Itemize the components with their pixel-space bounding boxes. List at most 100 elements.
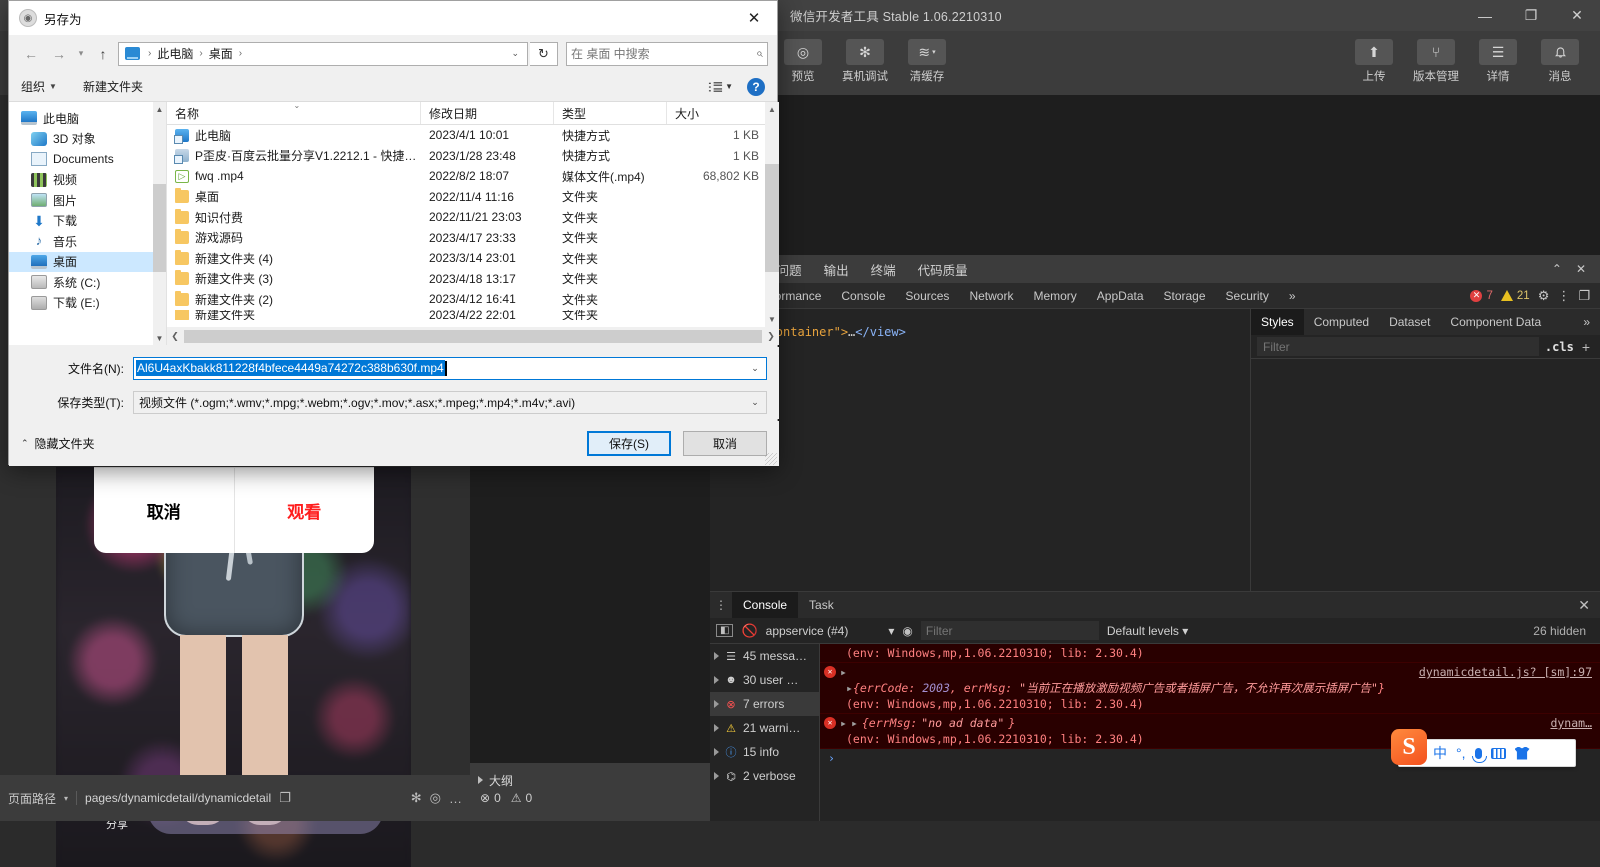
breadcrumb-item-0[interactable]: 此电脑 [155, 45, 195, 62]
view-list-icon[interactable]: ▼ [708, 81, 733, 93]
tab-console[interactable]: Console [732, 592, 798, 618]
tab-security[interactable]: Security [1216, 283, 1279, 309]
console-sidebar-item-messages[interactable]: ☰ 45 messa… [710, 644, 819, 668]
tree-item-thispc[interactable]: 此电脑 [9, 108, 166, 129]
chevrons-right-icon[interactable]: » [1573, 309, 1600, 335]
table-row[interactable]: 知识付费 2022/11/21 23:03 文件夹 [167, 207, 779, 228]
outline-header[interactable]: 大纲 [474, 769, 710, 791]
clear-icon[interactable]: 🚫 [741, 623, 757, 639]
breadcrumb[interactable]: › 此电脑 › 桌面 › ⌄ [118, 42, 528, 66]
tab-appdata[interactable]: AppData [1087, 283, 1154, 309]
arrow-up-icon[interactable]: ↑ [90, 42, 116, 66]
scrollbar-thumb[interactable] [153, 184, 166, 272]
toolbar-clearcache-button[interactable]: ≋▾ 清缓存 [901, 39, 953, 84]
breadcrumb-item-1[interactable]: 桌面 [207, 45, 235, 62]
scrollbar-thumb[interactable] [765, 164, 779, 272]
close-icon[interactable]: ✕ [731, 1, 777, 35]
styles-filter-input[interactable] [1257, 337, 1539, 356]
help-icon[interactable]: ? [747, 78, 765, 96]
tab-terminal[interactable]: 终端 [860, 260, 907, 279]
tree-item-videos[interactable]: 视频 [9, 170, 166, 191]
console-filter-input[interactable] [921, 621, 1099, 640]
more-vertical-icon[interactable]: ⋮ [1557, 288, 1570, 304]
organize-button[interactable]: 组织 ▼ [21, 78, 57, 95]
console-log-entry[interactable]: ✕ ▸ dynamicdetail.js? [sm]:97 ▸{errCode:… [820, 663, 1600, 714]
tab-dataset[interactable]: Dataset [1379, 309, 1440, 335]
skin-icon[interactable] [1515, 747, 1530, 760]
chevron-down-icon[interactable]: ⌄ [746, 397, 764, 408]
microphone-icon[interactable] [1475, 748, 1482, 759]
console-source-link[interactable]: dynam… [1550, 715, 1600, 731]
toolbar-realdevice-button[interactable]: ✻ 真机调试 [839, 39, 891, 84]
refresh-icon[interactable]: ↻ [530, 42, 558, 66]
tab-task[interactable]: Task [798, 592, 845, 618]
chevrons-right-icon[interactable]: » [1279, 283, 1306, 309]
tree-item-music[interactable]: ♪ 音乐 [9, 231, 166, 252]
cls-button[interactable]: .cls [1545, 340, 1582, 354]
chevron-up-icon[interactable]: ▲ [765, 102, 779, 117]
ime-mode-button[interactable]: 中 [1433, 743, 1447, 763]
sidebar-icon[interactable]: ◧ [716, 624, 733, 637]
console-levels-selector[interactable]: Default levels ▾ [1107, 624, 1188, 638]
sogou-logo-icon[interactable]: S [1391, 729, 1427, 765]
devtools-warning-pill[interactable]: 21 [1501, 290, 1530, 302]
tab-memory[interactable]: Memory [1023, 283, 1086, 309]
eye-icon[interactable]: ◉ [902, 624, 912, 638]
more-icon[interactable]: … [449, 791, 462, 806]
tree-item-pictures[interactable]: 图片 [9, 190, 166, 211]
chevron-up-icon[interactable]: ▲ [153, 102, 166, 116]
close-icon[interactable]: ✕ [1554, 0, 1600, 31]
chevron-right-icon[interactable]: ▸ [846, 681, 853, 695]
tab-component-data[interactable]: Component Data [1440, 309, 1551, 335]
eye-icon[interactable]: ◎ [430, 790, 441, 806]
bug-icon[interactable]: ✻ [411, 790, 422, 806]
column-header-date[interactable]: 修改日期 [421, 102, 554, 124]
table-row[interactable]: 新建文件夹 2023/4/22 22:01 文件夹 [167, 310, 779, 320]
file-list-horizontal-scrollbar[interactable]: ❮ ❯ [167, 327, 779, 345]
close-icon[interactable]: ✕ [1568, 592, 1600, 618]
toolbar-details-button[interactable]: ☰ 详情 [1472, 39, 1524, 84]
tree-item-downloads[interactable]: ⬇ 下载 [9, 211, 166, 232]
tree-item-documents[interactable]: Documents [9, 149, 166, 170]
chevron-right-icon[interactable]: ❯ [763, 331, 779, 342]
console-sidebar-item-info[interactable]: ⓘ 15 info [710, 740, 819, 764]
tree-scrollbar[interactable]: ▲ ▼ [153, 102, 166, 345]
table-row[interactable]: 新建文件夹 (4) 2023/3/14 23:01 文件夹 [167, 248, 779, 269]
add-style-rule-button[interactable]: + [1582, 339, 1600, 355]
console-sidebar-item-warnings[interactable]: ⚠ 21 warni… [710, 716, 819, 740]
chevron-down-icon[interactable]: ⌄ [511, 48, 523, 59]
chevron-right-icon[interactable]: ▸ [840, 715, 847, 731]
table-row[interactable]: 游戏源码 2023/4/17 23:33 文件夹 [167, 228, 779, 249]
arrow-right-icon[interactable]: → [46, 42, 72, 66]
tree-item-desktop[interactable]: 桌面 [9, 252, 166, 273]
close-icon[interactable]: ✕ [1576, 262, 1586, 276]
console-error-object[interactable]: ▸{errCode: 2003, errMsg: "当前正在播放激励视频广告或者… [824, 680, 1600, 696]
chevron-down-icon[interactable]: ▾ [74, 42, 88, 66]
new-folder-button[interactable]: 新建文件夹 [83, 78, 143, 95]
chevron-down-icon[interactable]: ⌄ [746, 363, 764, 374]
chevron-up-icon[interactable]: ⌃ [1552, 262, 1562, 276]
column-header-type[interactable]: 类型 [554, 102, 667, 124]
keyboard-icon[interactable] [1491, 748, 1506, 759]
cancel-button[interactable]: 取消 [683, 431, 767, 456]
column-header-name[interactable]: ⌄ 名称 [167, 102, 421, 124]
table-row[interactable]: ▷fwq .mp4 2022/8/2 18:07 媒体文件(.mp4) 68,8… [167, 166, 779, 187]
table-row[interactable]: 桌面 2022/11/4 11:16 文件夹 [167, 187, 779, 208]
chevron-down-icon[interactable]: ▾ [64, 794, 68, 803]
chevron-down-icon[interactable]: ▼ [153, 331, 166, 345]
table-row[interactable]: 新建文件夹 (3) 2023/4/18 13:17 文件夹 [167, 269, 779, 290]
search-input[interactable]: 在 桌面 中搜索 ⌕ [566, 42, 768, 66]
tab-styles[interactable]: Styles [1251, 309, 1304, 335]
modal-watch-button[interactable]: 观看 [235, 467, 375, 553]
toolbar-message-button[interactable]: 消息 [1534, 39, 1586, 84]
arrow-left-icon[interactable]: ← [18, 42, 44, 66]
console-sidebar-item-verbose[interactable]: ⌬ 2 verbose [710, 764, 819, 788]
console-source-link[interactable]: dynamicdetail.js? [sm]:97 [1419, 664, 1600, 680]
dock-icon[interactable]: ❐ [1578, 288, 1590, 304]
filename-input[interactable]: Al6U4axKbakk811228f4bfece4449a74272c388b… [133, 357, 767, 380]
tree-item-drive-c[interactable]: 系统 (C:) [9, 272, 166, 293]
page-path-label[interactable]: 页面路径 [8, 790, 56, 807]
toolbar-upload-button[interactable]: ⬆ 上传 [1348, 39, 1400, 84]
minimize-icon[interactable]: — [1462, 0, 1508, 31]
filetype-select[interactable]: 视频文件 (*.ogm;*.wmv;*.mpg;*.webm;*.ogv;*.m… [133, 391, 767, 414]
